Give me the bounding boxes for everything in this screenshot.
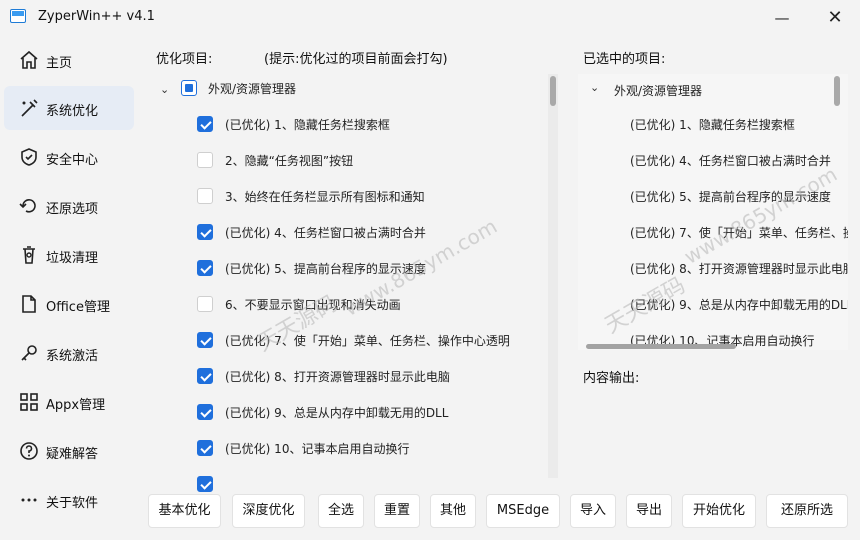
item-label: (已优化) 4、任务栏窗口被占满时合并 [225,226,426,240]
sidebar-item-label: 安全中心 [46,153,99,168]
group-checkbox[interactable] [181,80,197,96]
chevron-down-icon[interactable]: ⌄ [590,82,602,94]
item-checkbox[interactable] [197,152,213,168]
selected-title: 已选中的项目: [583,52,666,67]
start-optimize-button[interactable]: 开始优化 [682,494,756,528]
sidebar-item-label: 关于软件 [46,496,99,511]
sidebar-item-appx[interactable]: Appx管理 [4,380,134,424]
selected-item-label: (已优化) 1、隐藏任务栏搜索框 [630,118,795,132]
sidebar-item-label: 疑难解答 [46,447,99,462]
sidebar-item-security[interactable]: 安全中心 [4,135,134,179]
selected-item-label: (已优化) 4、任务栏窗口被占满时合并 [630,154,831,168]
close-button[interactable]: ✕ [820,6,850,30]
item-checkbox[interactable] [197,296,213,312]
tree-item-row[interactable]: 2、隐藏“任务视图”按钮 [150,142,548,178]
key-icon [21,345,37,361]
apps-grid-icon [20,393,38,411]
item-checkbox[interactable] [197,116,213,132]
sidebar-item-label: 还原选项 [46,202,99,217]
optimization-scrollbar-thumb[interactable] [550,76,556,106]
msedge-button[interactable]: MSEdge [486,494,560,528]
item-checkbox[interactable] [197,476,213,492]
home-icon [20,50,38,69]
sidebar-item-activation[interactable]: 系统激活 [4,331,134,375]
basic-optimize-button[interactable]: 基本优化 [148,494,221,528]
selected-horizontal-scrollbar[interactable] [586,344,736,349]
sidebar-item-label: 系统激活 [46,349,99,364]
tree-item-row[interactable]: (已优化) 8、打开资源管理器时显示此电脑 [150,358,548,394]
item-label: (已优化) 10、记事本启用自动换行 [225,442,410,456]
tree-item-row[interactable]: (已优化) 10、记事本启用自动换行 [150,430,548,466]
reset-button[interactable]: 重置 [374,494,420,528]
minimize-button[interactable]: — [767,6,797,30]
title-bar: ZyperWin++ v4.1 — ✕ [0,0,860,36]
sidebar-item-restore[interactable]: 还原选项 [4,184,134,228]
selected-item-row[interactable]: (已优化) 1、隐藏任务栏搜索框 [578,106,840,142]
tree-item-row[interactable]: (已优化) 9、总是从内存中卸载无用的DLL [150,394,548,430]
sidebar-item-office[interactable]: Office管理 [4,282,134,326]
question-icon [20,442,38,460]
item-checkbox[interactable] [197,224,213,240]
selected-scrollbar-thumb[interactable] [834,76,840,106]
sidebar-item-label: Office管理 [46,300,110,315]
tree-item-row[interactable]: (已优化) 5、提高前台程序的显示速度 [150,250,548,286]
optimization-title: 优化项目: [156,52,213,67]
trash-icon [23,246,35,264]
item-checkbox[interactable] [197,368,213,384]
restore-selected-button[interactable]: 还原所选 [766,494,848,528]
sidebar-item-label: Appx管理 [46,398,106,413]
more-dots-icon [21,498,37,502]
tree-item-row[interactable]: 3、始终在任务栏显示所有图标和通知 [150,178,548,214]
selected-group-label: 外观/资源管理器 [614,84,703,98]
item-label: 3、始终在任务栏显示所有图标和通知 [225,190,425,204]
sidebar-item-home[interactable]: 主页 [4,38,134,82]
shield-icon [21,148,37,166]
item-label: (已优化) 9、总是从内存中卸载无用的DLL [225,406,449,420]
select-all-button[interactable]: 全选 [318,494,364,528]
item-checkbox[interactable] [197,440,213,456]
tree-item-row[interactable]: (已优化) 7、使「开始」菜单、任务栏、操作中心透明 [150,322,548,358]
item-checkbox[interactable] [197,332,213,348]
tree-group-row[interactable]: ⌄ 外观/资源管理器 [150,74,548,110]
optimization-scrollbar-track[interactable] [548,74,558,478]
optimize-icon [21,99,38,117]
group-label: 外观/资源管理器 [208,82,297,96]
sidebar-item-label: 主页 [46,56,73,71]
sidebar-item-troubleshoot[interactable]: 疑难解答 [4,429,134,473]
selected-group-row[interactable]: ⌄ 外观/资源管理器 [578,74,840,110]
window-title: ZyperWin++ v4.1 [38,9,155,24]
item-label: (已优化) 1、隐藏任务栏搜索框 [225,118,390,132]
item-label: 2、隐藏“任务视图”按钮 [225,154,354,168]
app-logo-icon [10,9,26,23]
sidebar: 主页 系统优化 安全中心 还原选项 垃圾清理 Office管理 系统激活 App… [0,36,140,540]
other-button[interactable]: 其他 [430,494,476,528]
item-checkbox[interactable] [197,404,213,420]
item-checkbox[interactable] [197,260,213,276]
chevron-down-icon[interactable]: ⌄ [160,84,172,96]
optimization-hint: (提示:优化过的项目前面会打勾) [264,52,448,67]
sidebar-item-system-optimize[interactable]: 系统优化 [4,86,134,130]
deep-optimize-button[interactable]: 深度优化 [232,494,305,528]
restore-icon [19,199,36,213]
sidebar-item-about[interactable]: 关于软件 [4,478,134,522]
export-button[interactable]: 导出 [626,494,672,528]
item-checkbox[interactable] [197,188,213,204]
import-button[interactable]: 导入 [570,494,616,528]
selected-item-row[interactable]: (已优化) 4、任务栏窗口被占满时合并 [578,142,840,178]
output-title: 内容输出: [583,371,640,386]
sidebar-item-label: 系统优化 [46,104,99,119]
optimization-panel: 优化项目: (提示:优化过的项目前面会打勾) ⌄ 外观/资源管理器 (已优化) … [150,40,562,492]
document-icon [22,295,36,313]
item-label: (已优化) 8、打开资源管理器时显示此电脑 [225,370,450,384]
sidebar-item-cleanup[interactable]: 垃圾清理 [4,233,134,277]
tree-item-row[interactable]: (已优化) 1、隐藏任务栏搜索框 [150,106,548,142]
sidebar-item-label: 垃圾清理 [46,251,99,266]
